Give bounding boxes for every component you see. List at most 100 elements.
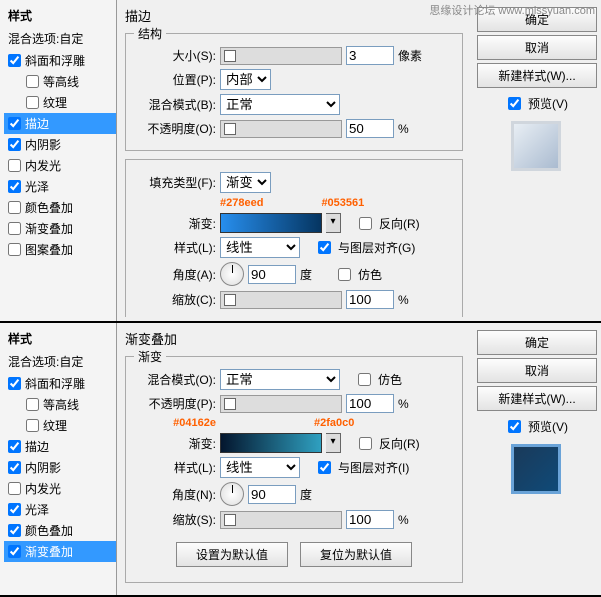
- sidebar-item[interactable]: 图案叠加: [4, 239, 116, 260]
- sidebar-item[interactable]: 渐变叠加: [4, 541, 116, 562]
- style-item-label: 内发光: [25, 157, 61, 174]
- scale-input[interactable]: [346, 290, 394, 309]
- blend-mode-select[interactable]: 正常: [220, 94, 340, 115]
- reverse-checkbox[interactable]: [359, 437, 372, 450]
- cancel-button[interactable]: 取消: [477, 35, 597, 60]
- sidebar-item[interactable]: 内发光: [4, 478, 116, 499]
- sidebar-item[interactable]: 等高线: [4, 394, 116, 415]
- sidebar-item[interactable]: 内发光: [4, 155, 116, 176]
- angle-dial[interactable]: [220, 482, 244, 506]
- scale-input[interactable]: [346, 510, 394, 529]
- opacity-input[interactable]: [346, 394, 394, 413]
- size-slider[interactable]: [220, 47, 342, 65]
- reset-default-button[interactable]: 复位为默认值: [300, 542, 412, 567]
- sidebar-item[interactable]: 颜色叠加: [4, 197, 116, 218]
- style-checkbox[interactable]: [8, 159, 21, 172]
- blend-options[interactable]: 混合选项:自定: [4, 27, 116, 50]
- position-select[interactable]: 内部: [220, 69, 271, 90]
- style-select[interactable]: 线性: [220, 457, 300, 478]
- style-checkbox[interactable]: [8, 222, 21, 235]
- main-panel: 渐变叠加 渐变 混合模式(O):正常仿色 不透明度(P):% #04162e#2…: [117, 323, 471, 595]
- sidebar-item[interactable]: 内阴影: [4, 457, 116, 478]
- style-checkbox[interactable]: [26, 419, 39, 432]
- style-checkbox[interactable]: [8, 138, 21, 151]
- scale-unit: %: [398, 513, 409, 527]
- opacity-slider[interactable]: [220, 120, 342, 138]
- sidebar-item[interactable]: 纹理: [4, 92, 116, 113]
- style-item-label: 内阴影: [25, 459, 61, 476]
- size-input[interactable]: [346, 46, 394, 65]
- style-checkbox[interactable]: [8, 377, 21, 390]
- angle-dial[interactable]: [220, 262, 244, 286]
- new-style-button[interactable]: 新建样式(W)...: [477, 386, 597, 411]
- scale-slider[interactable]: [220, 511, 342, 529]
- style-item-label: 描边: [25, 438, 49, 455]
- cancel-button[interactable]: 取消: [477, 358, 597, 383]
- dialog-gradient-overlay: 样式 混合选项:自定 斜面和浮雕等高线纹理描边内阴影内发光光泽颜色叠加渐变叠加 …: [0, 323, 601, 597]
- style-checkbox[interactable]: [26, 398, 39, 411]
- sidebar-item[interactable]: 描边: [4, 436, 116, 457]
- style-checkbox[interactable]: [8, 440, 21, 453]
- blend-mode-select[interactable]: 正常: [220, 369, 340, 390]
- ok-button[interactable]: 确定: [477, 7, 597, 32]
- style-item-label: 光泽: [25, 178, 49, 195]
- style-checkbox[interactable]: [8, 503, 21, 516]
- opacity-input[interactable]: [346, 119, 394, 138]
- preview-checkbox[interactable]: [508, 97, 521, 110]
- angle-input[interactable]: [248, 265, 296, 284]
- sidebar-item[interactable]: 颜色叠加: [4, 520, 116, 541]
- sidebar-item[interactable]: 斜面和浮雕: [4, 373, 116, 394]
- style-checkbox[interactable]: [26, 96, 39, 109]
- preview-checkbox[interactable]: [508, 420, 521, 433]
- scale-label: 缩放(C):: [136, 291, 216, 308]
- align-label: 与图层对齐(G): [338, 239, 415, 256]
- gradient-dropdown-icon[interactable]: ▾: [326, 213, 341, 233]
- angle-input[interactable]: [248, 485, 296, 504]
- gradient-dropdown-icon[interactable]: ▾: [326, 433, 341, 453]
- sidebar-item[interactable]: 光泽: [4, 176, 116, 197]
- sidebar-item[interactable]: 斜面和浮雕: [4, 50, 116, 71]
- reverse-checkbox[interactable]: [359, 217, 372, 230]
- style-checkbox[interactable]: [8, 201, 21, 214]
- dither-checkbox[interactable]: [338, 268, 351, 281]
- preview-swatch: [511, 121, 561, 171]
- sidebar-item[interactable]: 纹理: [4, 415, 116, 436]
- sidebar-item[interactable]: 渐变叠加: [4, 218, 116, 239]
- sidebar-item[interactable]: 等高线: [4, 71, 116, 92]
- scale-slider[interactable]: [220, 291, 342, 309]
- gradient-preview[interactable]: [220, 433, 322, 453]
- style-checkbox[interactable]: [8, 461, 21, 474]
- style-checkbox[interactable]: [8, 482, 21, 495]
- new-style-button[interactable]: 新建样式(W)...: [477, 63, 597, 88]
- dither-checkbox[interactable]: [358, 373, 371, 386]
- gradient-preview[interactable]: [220, 213, 322, 233]
- opacity-label: 不透明度(O):: [136, 120, 216, 137]
- sidebar-item[interactable]: 光泽: [4, 499, 116, 520]
- align-checkbox[interactable]: [318, 461, 331, 474]
- sidebar-item[interactable]: 内阴影: [4, 134, 116, 155]
- right-buttons: 确定 取消 新建样式(W)... 预览(V): [471, 0, 601, 321]
- align-checkbox[interactable]: [318, 241, 331, 254]
- style-checkbox[interactable]: [8, 54, 21, 67]
- blend-options[interactable]: 混合选项:自定: [4, 350, 116, 373]
- style-checkbox[interactable]: [8, 545, 21, 558]
- style-select[interactable]: 线性: [220, 237, 300, 258]
- size-unit: 像素: [398, 47, 422, 64]
- panel-title: 描边: [125, 4, 463, 29]
- dither-label: 仿色: [358, 266, 382, 283]
- preview-label: 预览(V): [528, 418, 568, 435]
- style-checkbox[interactable]: [8, 117, 21, 130]
- angle-unit: 度: [300, 266, 312, 283]
- style-checkbox[interactable]: [26, 75, 39, 88]
- sidebar-item[interactable]: 描边: [4, 113, 116, 134]
- opacity-unit: %: [398, 397, 409, 411]
- angle-unit: 度: [300, 486, 312, 503]
- ok-button[interactable]: 确定: [477, 330, 597, 355]
- fill-type-select[interactable]: 渐变: [220, 172, 271, 193]
- angle-label: 角度(N):: [136, 486, 216, 503]
- style-checkbox[interactable]: [8, 243, 21, 256]
- set-default-button[interactable]: 设置为默认值: [176, 542, 288, 567]
- style-checkbox[interactable]: [8, 180, 21, 193]
- opacity-slider[interactable]: [220, 395, 342, 413]
- style-checkbox[interactable]: [8, 524, 21, 537]
